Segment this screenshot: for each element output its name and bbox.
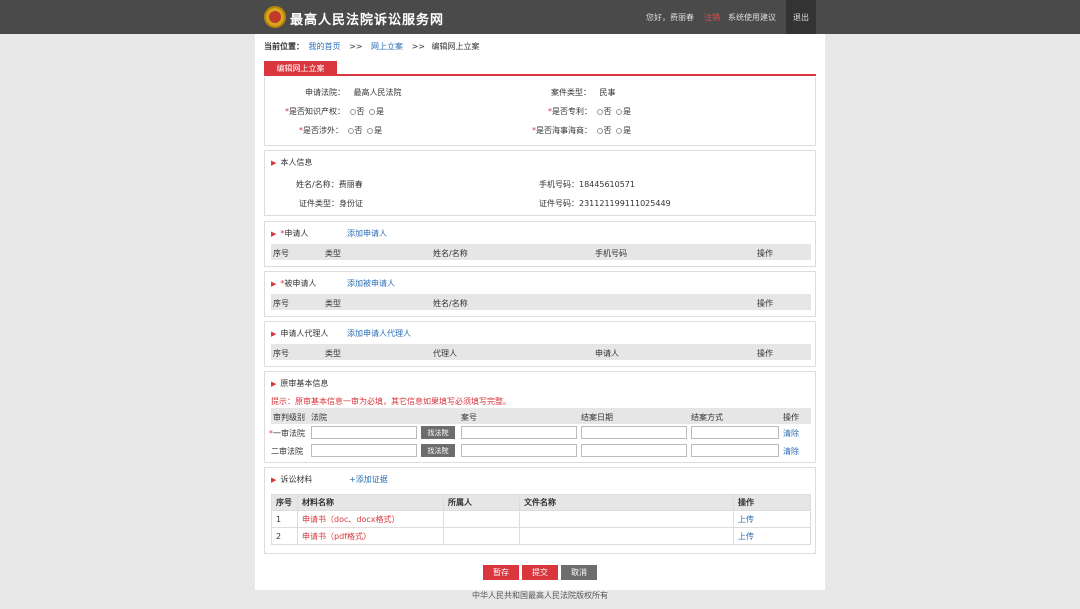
ip-field: *是否知识产权： 否 是: [285, 107, 385, 116]
patent-no-radio[interactable]: [596, 108, 603, 115]
second-case-number-input[interactable]: [461, 444, 577, 457]
personal-info-section: ▶ 本人信息 姓名/名称：费丽春 手机号码：18445610571 证件类型：身份…: [264, 150, 816, 216]
top-bar: 最高人民法院诉讼服务网 您好，费丽春 注销 系统使用建议 退出: [0, 0, 1080, 34]
maritime-field: *是否海事海商： 否 是: [532, 126, 632, 135]
maritime-no-radio[interactable]: [596, 127, 603, 134]
triangle-icon: ▶: [271, 330, 277, 338]
second-instance-label: 二审法院: [271, 447, 303, 456]
first-close-method-input[interactable]: [691, 426, 779, 439]
triangle-icon: ▶: [271, 159, 277, 167]
add-agent-link[interactable]: 添加申请人代理人: [347, 328, 411, 339]
signout-link[interactable]: 注销: [704, 12, 720, 23]
second-close-date-input[interactable]: [581, 444, 687, 457]
applicant-table-header: 序号 类型 姓名/名称 手机号码 操作: [271, 244, 811, 260]
original-trial-section: ▶ 原审基本信息 提示：原审基本信息一审为必填，其它信息如果填写必须填写完整。 审…: [264, 371, 816, 463]
breadcrumb-online-filing[interactable]: 网上立案: [371, 42, 403, 51]
case-type-value: 民事: [599, 88, 616, 97]
add-applicant-link[interactable]: 添加申请人: [347, 228, 387, 239]
foreign-field: *是否涉外： 否 是: [299, 126, 383, 135]
name-field: 姓名/名称：费丽春: [296, 180, 363, 189]
id-number-field: 证件号码：231121199111025449: [539, 199, 671, 208]
material-name: 申请书（doc、docx格式）: [297, 510, 444, 528]
id-type-value: 身份证: [339, 199, 363, 208]
submit-button[interactable]: 提交: [522, 565, 558, 580]
personal-info-title: ▶ 本人信息: [271, 158, 313, 167]
court-emblem-icon: [264, 6, 286, 28]
phone-value: 18445610571: [579, 180, 635, 189]
respondent-section: ▶ *被申请人 添加被申请人 序号 类型 姓名/名称 操作: [264, 271, 816, 317]
ip-yes-radio[interactable]: [369, 108, 376, 115]
materials-section: ▶ 诉讼材料 +添加证据 序号 材料名称 所属人 文件名称 操作 1 申请书（do…: [264, 467, 816, 554]
triangle-icon: ▶: [271, 476, 277, 484]
second-court-input[interactable]: [311, 444, 417, 457]
name-value: 费丽春: [338, 180, 363, 189]
tab-underline: [264, 74, 816, 76]
second-court-select-button[interactable]: 找法院: [421, 444, 455, 457]
materials-table-header: 序号 材料名称 所属人 文件名称 操作: [271, 494, 811, 511]
second-close-method-input[interactable]: [691, 444, 779, 457]
court-value: 最高人民法院: [353, 88, 402, 97]
maritime-yes-radio[interactable]: [616, 127, 623, 134]
first-court-select-button[interactable]: 找法院: [421, 426, 455, 439]
respondent-table-header: 序号 类型 姓名/名称 操作: [271, 294, 811, 310]
first-instance-label: *一审法院: [269, 429, 305, 438]
applicant-title: ▶ *申请人: [271, 229, 309, 238]
first-clear-link[interactable]: 清除: [783, 428, 799, 439]
triangle-icon: ▶: [271, 230, 277, 238]
table-row: 2 申请书（pdf格式） 上传: [271, 527, 811, 545]
id-number-value: 231121199111025449: [579, 199, 671, 208]
second-clear-link[interactable]: 清除: [783, 446, 799, 457]
material-name: 申请书（pdf格式）: [297, 527, 444, 545]
logout-button[interactable]: 退出: [786, 0, 816, 34]
save-draft-button[interactable]: 暂存: [483, 565, 519, 580]
add-respondent-link[interactable]: 添加被申请人: [347, 278, 395, 289]
upload-link[interactable]: 上传: [733, 527, 811, 545]
original-trial-table-header: 审判级别 法院 案号 结案日期 结案方式 操作: [271, 408, 811, 424]
agent-section: ▶ 申请人代理人 添加申请人代理人 序号 类型 代理人 申请人 操作: [264, 321, 816, 367]
court-field: 申请法院： 最高人民法院: [305, 88, 402, 97]
first-close-date-input[interactable]: [581, 426, 687, 439]
triangle-icon: ▶: [271, 380, 277, 388]
phone-field: 手机号码：18445610571: [539, 180, 635, 189]
materials-table: 序号 材料名称 所属人 文件名称 操作 1 申请书（doc、docx格式） 上传…: [271, 494, 811, 545]
site-title[interactable]: 最高人民法院诉讼服务网: [290, 9, 444, 28]
tab-edit-online-filing[interactable]: 编辑网上立案: [264, 61, 337, 75]
first-court-input[interactable]: [311, 426, 417, 439]
copyright-footer: 中华人民共和国最高人民法院版权所有: [472, 591, 608, 600]
applicant-section: ▶ *申请人 添加申请人 序号 类型 姓名/名称 手机号码 操作: [264, 221, 816, 267]
materials-title: ▶ 诉讼材料: [271, 475, 313, 484]
respondent-title: ▶ *被申请人: [271, 279, 317, 288]
breadcrumb: 当前位置： 我的首页 >> 网上立案 >> 编辑网上立案: [264, 41, 480, 52]
ip-no-radio[interactable]: [349, 108, 356, 115]
patent-yes-radio[interactable]: [616, 108, 623, 115]
suggestion-link[interactable]: 系统使用建议: [728, 12, 776, 23]
patent-field: *是否专利： 否 是: [548, 107, 632, 116]
breadcrumb-sep: >>: [411, 42, 425, 51]
breadcrumb-home[interactable]: 我的首页: [309, 42, 341, 51]
user-greeting: 您好，费丽春: [646, 13, 694, 22]
upload-link[interactable]: 上传: [733, 510, 811, 528]
foreign-yes-radio[interactable]: [367, 127, 374, 134]
breadcrumb-sep: >>: [349, 42, 363, 51]
case-type-field: 案件类型： 民事: [551, 88, 616, 97]
breadcrumb-current: 编辑网上立案: [431, 42, 480, 51]
agent-title: ▶ 申请人代理人: [271, 329, 329, 338]
table-row: 1 申请书（doc、docx格式） 上传: [271, 510, 811, 528]
first-case-number-input[interactable]: [461, 426, 577, 439]
id-type-field: 证件类型：身份证: [299, 199, 363, 208]
add-evidence-link[interactable]: +添加证据: [349, 474, 388, 485]
foreign-no-radio[interactable]: [347, 127, 354, 134]
cancel-button[interactable]: 取消: [561, 565, 597, 580]
case-info-section: 申请法院： 最高人民法院 案件类型： 民事 *是否知识产权： 否 是 *是否专利…: [264, 77, 816, 146]
original-trial-warning: 提示：原审基本信息一审为必填，其它信息如果填写必须填写完整。: [271, 397, 511, 406]
agent-table-header: 序号 类型 代理人 申请人 操作: [271, 344, 811, 360]
breadcrumb-label: 当前位置：: [264, 42, 304, 51]
original-trial-title: ▶ 原审基本信息: [271, 379, 329, 388]
triangle-icon: ▶: [271, 280, 277, 288]
